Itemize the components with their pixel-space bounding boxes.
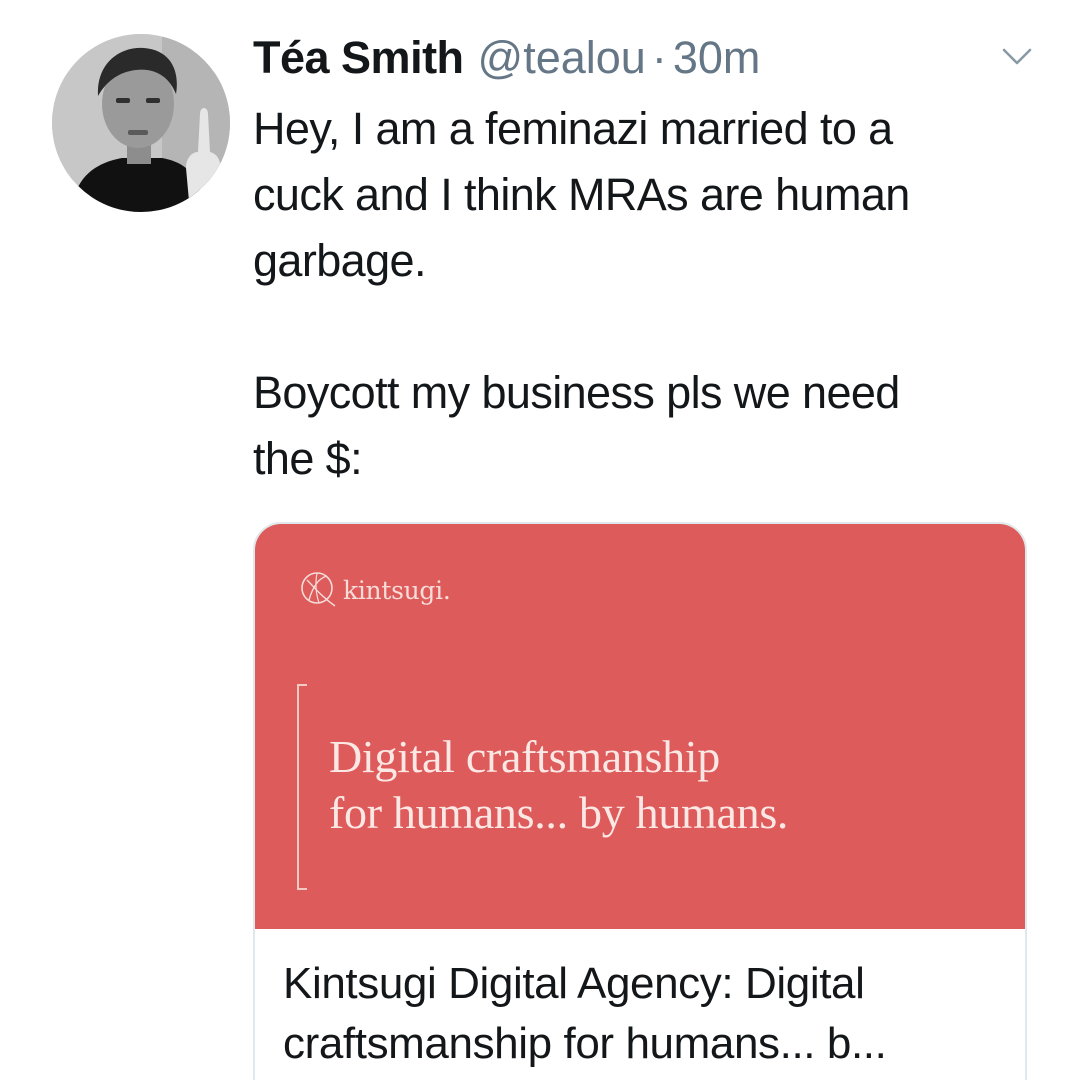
username-handle[interactable]: @tealou [478,28,646,88]
logo-text: kintsugi. [343,575,451,605]
tweet-paragraph: Boycott my business pls we need the $: [253,367,900,484]
kintsugi-logo-icon [301,572,336,607]
tweet-text: Hey, I am a feminazi married to a cuck a… [253,96,1033,492]
display-name[interactable]: Téa Smith [253,28,464,88]
card-title[interactable]: Kintsugi Digital Agency: Digital craftsm… [283,954,1003,1074]
avatar-photo [52,34,230,212]
avatar[interactable] [52,34,230,212]
tweet-header: Téa Smith @tealou · 30m [253,28,760,88]
card-image: kintsugi. Digital craftsmanship for huma… [255,524,1025,929]
separator-dot: · [651,32,667,83]
tweet: Téa Smith @tealou · 30m Hey, I am a femi… [0,0,1080,1080]
link-card[interactable]: kintsugi. Digital craftsmanship for huma… [253,522,1027,1080]
timestamp[interactable]: 30m [673,28,761,88]
card-tagline: Digital craftsmanship for humans... by h… [329,731,789,838]
kintsugi-logo: kintsugi. [297,568,451,612]
tweet-paragraph: Hey, I am a feminazi married to a cuck a… [253,103,910,286]
bracket-decoration [297,684,307,890]
chevron-down-icon[interactable] [1000,44,1034,70]
